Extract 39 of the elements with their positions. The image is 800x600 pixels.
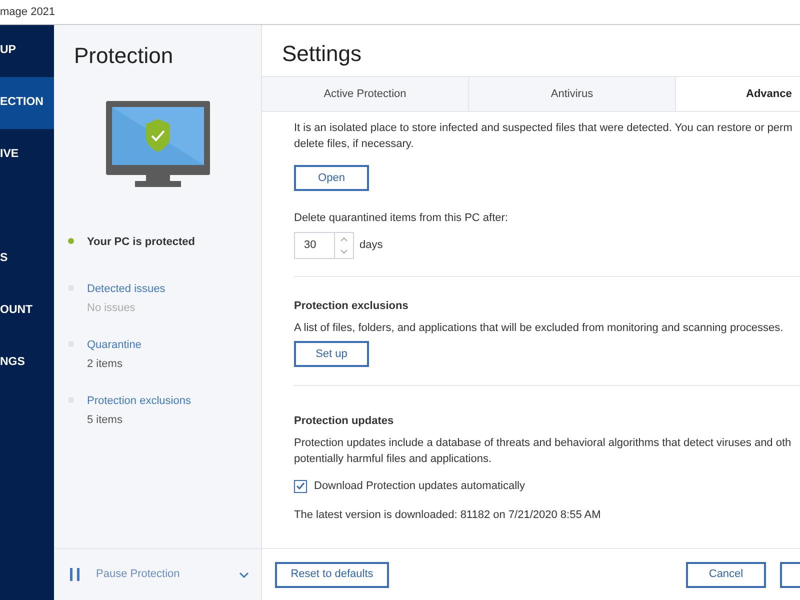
- chevron-down-icon[interactable]: [239, 572, 249, 578]
- window-title: mage 2021: [0, 6, 56, 18]
- days-spinner[interactable]: 30: [294, 232, 354, 259]
- reset-to-defaults-button[interactable]: Reset to defaults: [275, 562, 389, 588]
- sidebar-item[interactable]: ECTION: [0, 77, 54, 129]
- sidebar-item[interactable]: IVE: [0, 129, 54, 181]
- panel-link[interactable]: Protection exclusions: [87, 392, 191, 409]
- open-button[interactable]: Open: [294, 165, 369, 191]
- section-heading: Protection exclusions: [294, 299, 410, 314]
- updates-description: potentially harmful files and applications.: [294, 452, 493, 467]
- item-detail: 2 items: [87, 357, 124, 372]
- sidebar-item[interactable]: S: [0, 233, 54, 285]
- updates-description: Protection updates include a database of threats and behavioral algorithms that detect viruses and oth: [294, 436, 792, 451]
- quarantine-description: delete files, if necessary.: [294, 137, 415, 152]
- latest-version-text: The latest version is downloaded: 81182 on 7/21/2020 8:55 AM: [294, 508, 602, 522]
- panel-title: Protection: [74, 43, 174, 68]
- status-text: Your PC is protected: [87, 235, 195, 250]
- tab[interactable]: Active Protection: [262, 77, 469, 111]
- settings-title: Settings: [282, 41, 362, 66]
- monitor-shield-icon: [106, 101, 210, 187]
- quarantine-description: It is an isolated place to store infected and suspected files that were detected. You can restore or perm: [294, 121, 794, 136]
- dialog-button[interactable]: [780, 562, 800, 588]
- tab[interactable]: Antivirus: [469, 77, 676, 111]
- panel-link[interactable]: Quarantine: [87, 336, 142, 353]
- item-detail: No issues: [87, 301, 136, 316]
- delete-after-label: Delete quarantined items from this PC after:: [294, 211, 509, 226]
- sidebar-item[interactable]: NGS: [0, 337, 54, 389]
- checkbox[interactable]: [294, 480, 307, 493]
- checkbox-label: Download Protection updates automatically: [314, 479, 525, 494]
- panel-link[interactable]: Detected issues: [87, 280, 166, 297]
- item-detail: 5 items: [87, 413, 124, 428]
- cancel-button[interactable]: Cancel: [686, 562, 766, 588]
- section-heading: Protection updates: [294, 414, 395, 429]
- sidebar-item[interactable]: UP: [0, 25, 54, 77]
- set-up-button[interactable]: Set up: [294, 341, 369, 367]
- pause-icon: [70, 568, 80, 581]
- exclusions-description: A list of files, folders, and applications that will be excluded from monitoring and scanning processes.: [294, 321, 784, 336]
- sidebar-item[interactable]: OUNT: [0, 285, 54, 337]
- days-label: days: [360, 238, 383, 254]
